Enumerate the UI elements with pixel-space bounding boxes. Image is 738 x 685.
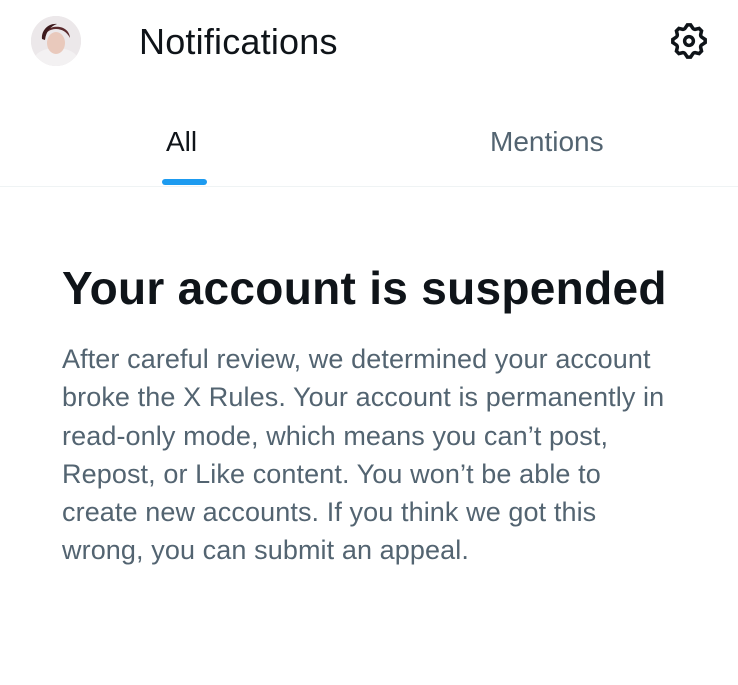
notice-body: After careful review, we determined your… — [62, 344, 665, 566]
page-title: Notifications — [139, 21, 338, 62]
notice-headline: Your account is suspended — [62, 262, 667, 314]
avatar[interactable] — [31, 16, 81, 66]
gear-icon — [671, 23, 707, 59]
active-tab-indicator — [162, 179, 207, 185]
tab-all[interactable]: All — [0, 100, 369, 186]
tab-all-label: All — [166, 126, 198, 157]
top-bar: Notifications — [0, 0, 738, 88]
suspension-notice: Your account is suspended After careful … — [62, 258, 682, 570]
tab-mentions[interactable]: Mentions — [369, 100, 738, 186]
tab-mentions-label: Mentions — [490, 126, 604, 157]
notification-tabs: All Mentions — [0, 100, 738, 187]
avatar-image — [31, 16, 81, 66]
settings-button[interactable] — [666, 18, 712, 64]
